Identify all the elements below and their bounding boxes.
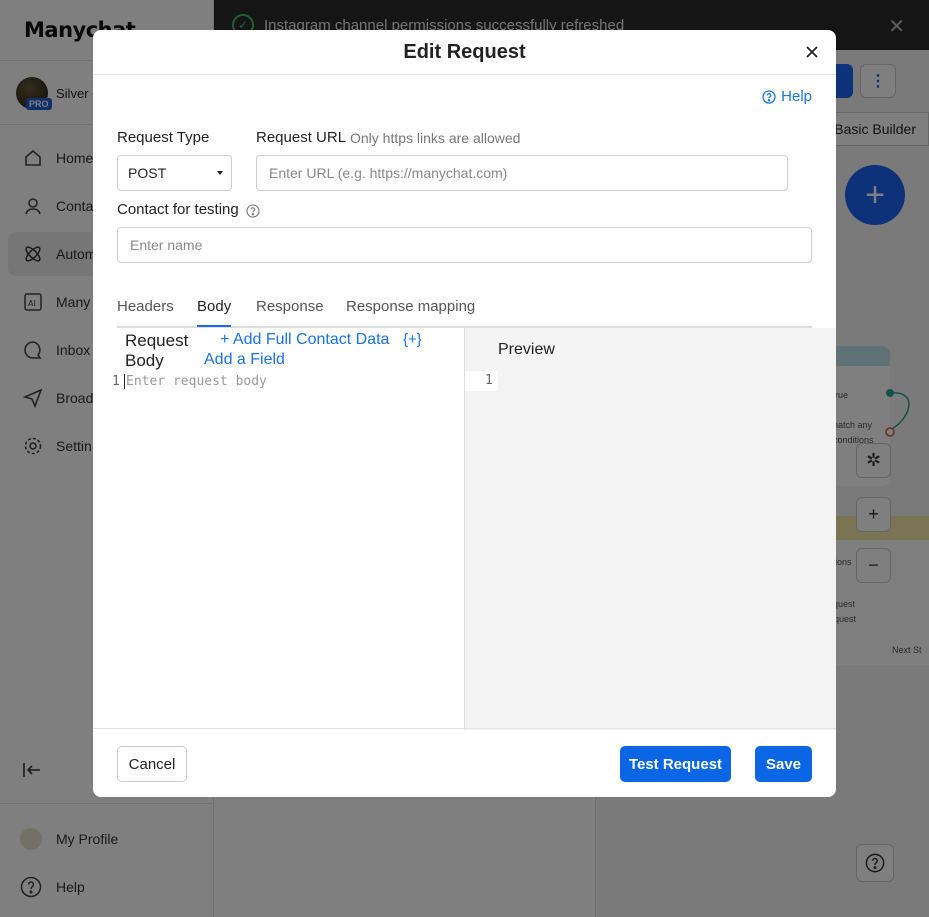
insert-field-button[interactable]: {+} bbox=[403, 331, 422, 348]
request-url-label: Request URL bbox=[256, 129, 347, 146]
modal-header: Edit Request bbox=[93, 30, 836, 75]
cancel-button[interactable]: Cancel bbox=[117, 746, 187, 782]
request-body-editor[interactable]: Request Body + Add Full Contact Data {+}… bbox=[93, 328, 465, 730]
request-tabs: Headers Body Response Response mapping bbox=[117, 292, 812, 328]
add-a-field-link[interactable]: Add a Field bbox=[204, 351, 285, 369]
save-button[interactable]: Save bbox=[755, 746, 812, 782]
request-body-title: Request Body bbox=[125, 331, 189, 370]
request-type-select[interactable]: POST bbox=[117, 155, 232, 191]
request-type-value: POST bbox=[128, 165, 167, 181]
help-link[interactable]: Help bbox=[762, 88, 812, 105]
tab-response-mapping[interactable]: Response mapping bbox=[346, 298, 475, 325]
help-icon bbox=[762, 89, 776, 104]
request-body-placeholder[interactable]: Enter request body bbox=[124, 374, 267, 389]
preview-panel: Preview 1 bbox=[464, 328, 836, 730]
tab-response[interactable]: Response bbox=[256, 298, 324, 325]
request-type-label: Request Type bbox=[117, 129, 210, 146]
preview-title: Preview bbox=[498, 341, 555, 358]
modal-title: Edit Request bbox=[403, 40, 526, 63]
request-url-hint: Only https links are allowed bbox=[350, 130, 521, 146]
request-url-input[interactable] bbox=[256, 155, 788, 191]
tab-headers[interactable]: Headers bbox=[117, 298, 174, 325]
modal-footer: Cancel Test Request Save bbox=[93, 728, 836, 797]
close-icon bbox=[806, 46, 818, 58]
test-request-button[interactable]: Test Request bbox=[620, 746, 731, 782]
contact-for-testing-label: Contact for testing bbox=[117, 201, 239, 218]
edit-request-modal: Edit Request Help Request Type Request U… bbox=[93, 30, 836, 797]
caret-down-icon bbox=[217, 171, 223, 175]
tab-body[interactable]: Body bbox=[197, 298, 232, 327]
line-number: 1 bbox=[485, 373, 493, 388]
line-number: 1 bbox=[112, 374, 120, 389]
close-button[interactable] bbox=[802, 42, 822, 62]
help-label: Help bbox=[781, 88, 812, 105]
info-icon[interactable] bbox=[246, 204, 260, 223]
add-full-contact-data-link[interactable]: + Add Full Contact Data bbox=[220, 331, 389, 349]
contact-search-input[interactable] bbox=[117, 227, 812, 263]
preview-gutter: 1 bbox=[465, 371, 498, 391]
